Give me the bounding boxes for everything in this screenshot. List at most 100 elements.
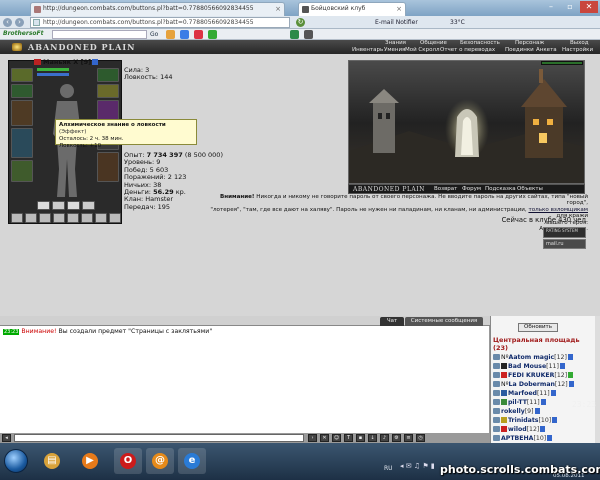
toolbar-search-input[interactable] <box>52 30 147 39</box>
menu-transfer-report[interactable]: Отчет о переводах <box>440 47 495 54</box>
menu-knowledge[interactable]: Знания <box>385 40 406 47</box>
player-row[interactable]: NºLa Doberman[12] <box>493 380 574 389</box>
smiley-icon[interactable]: ☺ <box>332 434 341 442</box>
nav-hint[interactable]: Подсказка <box>485 186 516 192</box>
player-row[interactable]: АРТВЕНА[10] <box>493 434 553 443</box>
player-row[interactable]: Trinidats[10] <box>493 416 558 425</box>
info-icon[interactable] <box>559 363 565 369</box>
back-icon[interactable]: ‹ <box>3 18 12 27</box>
maximize-icon[interactable]: ▫ <box>561 1 579 13</box>
menu-communication[interactable]: Общение <box>420 40 447 47</box>
info-icon[interactable] <box>534 408 540 414</box>
toolbar-tools-icon[interactable] <box>304 30 313 39</box>
tab-system-messages[interactable]: Системные сообщения <box>405 317 483 326</box>
player-row[interactable]: wilod[12] <box>493 425 546 434</box>
tab-chat[interactable]: Чат <box>380 317 404 326</box>
weather-readout[interactable]: 33°C <box>450 18 465 27</box>
location-scene[interactable] <box>348 60 585 184</box>
toolbar-mail-icon[interactable] <box>194 30 203 39</box>
sound-icon[interactable]: ♪ <box>380 434 389 442</box>
weapon-slot[interactable] <box>11 100 33 126</box>
private-icon[interactable] <box>493 363 500 369</box>
tab-dungeon[interactable]: http://dungeon.combats.com/buttons.pl?ba… <box>30 2 285 16</box>
menu-character[interactable]: Персонаж <box>515 40 544 47</box>
email-notifier[interactable]: E-mail Notifier <box>375 18 418 27</box>
filter-icon[interactable]: ≡ <box>404 434 413 442</box>
toolbar-globe-icon[interactable] <box>180 30 189 39</box>
language-indicator[interactable]: RU <box>384 465 393 472</box>
player-row[interactable]: FEDI KRUKER[12] <box>493 371 574 380</box>
start-button[interactable] <box>4 449 28 473</box>
taskbar-opera[interactable]: O <box>114 448 142 474</box>
private-icon[interactable] <box>493 372 500 378</box>
player-row[interactable]: rokelly[9] <box>493 407 540 416</box>
amulet-slot[interactable] <box>11 84 33 98</box>
menu-fights[interactable]: Поединки <box>505 47 534 54</box>
close-icon[interactable]: × <box>275 3 281 15</box>
toolbar-music-icon[interactable] <box>208 30 217 39</box>
scroll-slot[interactable] <box>95 213 107 223</box>
nav-forum[interactable]: Форум <box>462 186 481 192</box>
menu-skills[interactable]: Умения <box>384 47 405 54</box>
player-row[interactable]: Marfoed[11] <box>493 389 556 398</box>
clock-icon[interactable]: ◷ <box>416 434 425 442</box>
info-icon[interactable] <box>567 354 573 360</box>
player-row[interactable]: Bad Mouse[11] <box>493 362 565 371</box>
potion-slot[interactable] <box>67 201 80 210</box>
private-icon[interactable] <box>493 426 500 432</box>
character-name[interactable]: Маньяк X [9] <box>34 58 99 66</box>
refresh-button[interactable]: Обновить <box>518 323 558 332</box>
menu-security[interactable]: Безопасность <box>460 40 500 47</box>
private-icon[interactable] <box>493 408 500 414</box>
scroll-lock-icon[interactable]: ↓ <box>368 434 377 442</box>
players-scrollbar[interactable] <box>595 316 600 443</box>
earring-slot[interactable] <box>97 68 119 82</box>
taskbar-ie[interactable]: e <box>178 448 206 474</box>
send-icon[interactable]: › <box>308 434 317 442</box>
rating-banner[interactable]: RATING SYSTEM <box>543 227 586 238</box>
taskbar-explorer[interactable]: ▤ <box>38 448 66 474</box>
scroll-slot[interactable] <box>109 213 121 223</box>
info-icon[interactable] <box>552 417 558 423</box>
address-bar[interactable]: http://dungeon.combats.com/buttons.pl?ba… <box>30 17 290 28</box>
minimize-icon[interactable]: – <box>542 1 560 13</box>
scroll-slot[interactable] <box>25 213 37 223</box>
clear-icon[interactable]: ✕ <box>320 434 329 442</box>
potion-slot[interactable] <box>52 201 65 210</box>
scroll-slot[interactable] <box>11 213 23 223</box>
private-icon[interactable] <box>493 417 500 423</box>
mailru-banner[interactable]: mail.ru <box>543 239 586 249</box>
tab-fight-club[interactable]: Бойцовский клуб × <box>298 2 406 16</box>
info-icon[interactable] <box>568 372 574 378</box>
close-icon[interactable]: × <box>396 3 402 15</box>
info-icon[interactable] <box>92 59 99 65</box>
player-row[interactable]: pil-TT[11] <box>493 398 546 407</box>
ring-slot[interactable] <box>97 84 119 98</box>
info-icon[interactable] <box>540 426 546 432</box>
private-icon[interactable] <box>493 381 500 387</box>
chat-filter-icon[interactable]: ◂ <box>2 434 11 442</box>
toolbar-radio-icon[interactable] <box>290 30 299 39</box>
nav-objects[interactable]: Объекты <box>517 186 543 192</box>
info-icon[interactable] <box>550 390 556 396</box>
info-icon[interactable] <box>540 399 546 405</box>
info-icon[interactable] <box>568 381 574 387</box>
toolbar-star-icon[interactable] <box>166 30 175 39</box>
system-tray[interactable]: ◂ ✉ ♫ ⚑ ▮ <box>400 462 435 470</box>
private-icon[interactable] <box>493 354 500 360</box>
menu-profile[interactable]: Анкета <box>536 47 557 54</box>
private-icon[interactable] <box>493 399 500 405</box>
go-button[interactable]: Go <box>150 30 158 39</box>
scroll-slot[interactable] <box>39 213 51 223</box>
potion-slot[interactable] <box>37 201 50 210</box>
menu-my-scroll[interactable]: Мой Скролл <box>405 47 439 54</box>
chat-log[interactable]: 23:23 Внимание! Вы создали предмет "Стра… <box>0 326 490 433</box>
scroll-slot[interactable] <box>53 213 65 223</box>
armor-slot[interactable] <box>11 128 33 158</box>
player-row[interactable]: NºAatom magic[12] <box>493 353 573 362</box>
belt-slot[interactable] <box>11 160 33 182</box>
reload-icon[interactable]: ↻ <box>296 18 305 27</box>
menu-exit[interactable]: Выход <box>570 40 589 47</box>
settings-icon[interactable]: ⚙ <box>392 434 401 442</box>
private-icon[interactable] <box>493 435 500 441</box>
